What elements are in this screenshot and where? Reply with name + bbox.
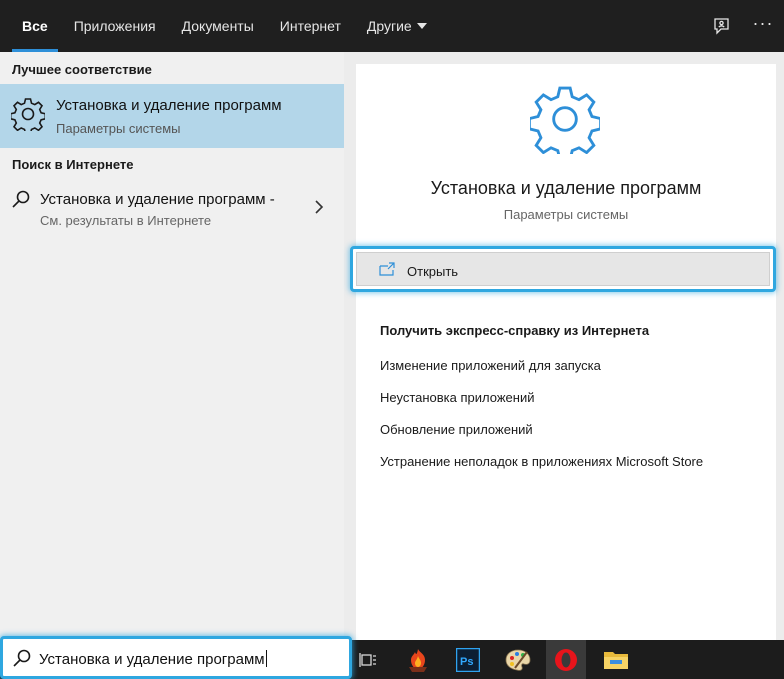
preview-subtitle: Параметры системы [503,207,629,222]
tab-label: Документы [181,18,254,34]
task-view-icon[interactable] [352,640,384,679]
tab-label: Интернет [279,18,341,34]
tab-apps[interactable]: Приложения [61,0,169,52]
chevron-right-icon[interactable] [314,200,324,219]
tab-label: Приложения [73,18,156,34]
results-pane: Лучшее соответствие Установка и удаление… [0,52,344,640]
best-match-title: Установка и удаление программ [56,97,282,114]
best-match-item[interactable]: Установка и удаление программ Параметры … [0,84,344,148]
help-link[interactable]: Обновление приложений [380,422,533,437]
open-button-label: Открыть [407,264,459,279]
preview-title: Установка и удаление программ [430,178,702,198]
preview-pane-background: Установка и удаление программ Параметры … [344,52,784,640]
app-icon[interactable] [398,640,438,679]
top-icons: ··· [700,0,784,52]
search-input[interactable]: Установка и удаление программ [0,636,352,679]
file-explorer-icon[interactable] [596,640,636,679]
search-icon [11,189,31,214]
svg-text:Ps: Ps [460,656,473,668]
preview-pane: Установка и удаление программ Параметры … [350,64,776,640]
paint-palette-icon[interactable] [498,640,538,679]
web-search-heading: Поиск в Интернете [12,157,134,172]
best-match-heading: Лучшее соответствие [12,62,152,77]
tab-internet[interactable]: Интернет [267,0,354,52]
help-link[interactable]: Изменение приложений для запуска [380,358,601,373]
help-link[interactable]: Неустановка приложений [380,390,534,405]
search-scope-bar: Все Приложения Документы Интернет Другие… [0,0,784,52]
open-window-icon [379,262,395,281]
tab-other[interactable]: Другие [354,0,440,52]
web-search-title: Установка и удаление программ - [40,191,275,208]
more-options-icon[interactable]: ··· [742,0,784,52]
help-heading: Получить экспресс-справку из Интернета [380,323,650,338]
gear-icon [9,97,47,136]
open-button[interactable]: Открыть [350,246,776,292]
tab-label: Все [22,18,48,34]
feedback-icon[interactable] [700,0,742,52]
search-icon [12,648,32,673]
best-match-subtitle: Параметры системы [56,121,181,136]
search-input-text: Установка и удаление программ [39,650,267,668]
photoshop-icon[interactable]: Ps [448,640,488,679]
web-search-subtitle: См. результаты в Интернете [40,213,212,228]
tab-label: Другие [366,18,412,34]
help-link[interactable]: Устранение неполадок в приложениях Micro… [380,454,703,469]
tab-all[interactable]: Все [9,0,61,52]
gear-icon [527,84,603,161]
caret-down-icon [416,21,427,32]
tab-documents[interactable]: Документы [169,0,267,52]
web-search-item[interactable]: Установка и удаление программ - См. резу… [0,182,344,230]
opera-icon[interactable] [546,640,586,679]
